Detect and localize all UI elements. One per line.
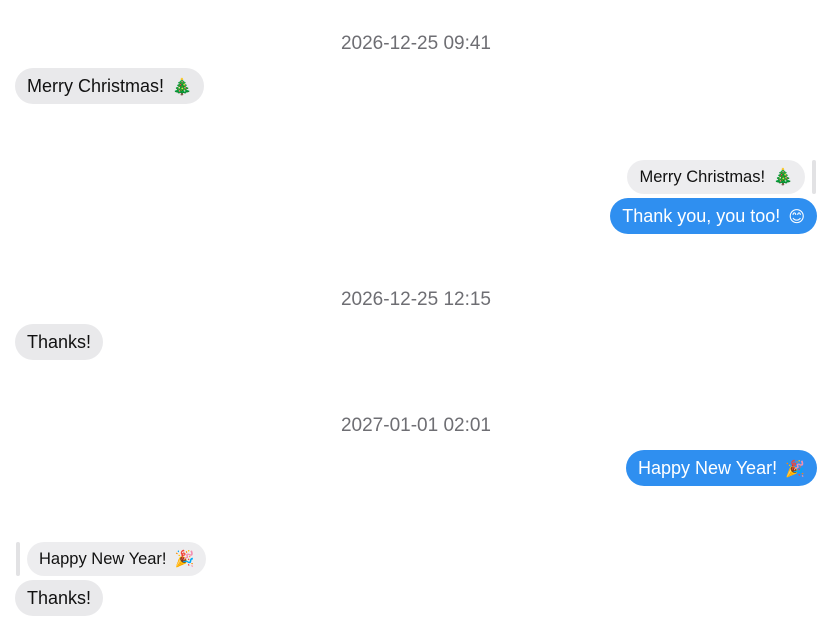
- timestamp: 2027-01-01 02:01: [340, 415, 491, 436]
- message-text: Merry Christmas!: [27, 76, 165, 96]
- incoming-message-bubble[interactable]: Thanks!: [15, 580, 104, 616]
- timestamp: 2026-12-25 09:41: [340, 33, 491, 54]
- quote-bar: [16, 542, 20, 576]
- party-popper-icon: 🎉: [174, 551, 195, 568]
- timestamp: 2026-12-25 12:15: [340, 289, 491, 310]
- christmas-tree-icon: 🎄: [773, 169, 793, 186]
- incoming-message-bubble[interactable]: Merry Christmas! 🎄: [15, 68, 204, 104]
- incoming-message-bubble[interactable]: Thanks!: [15, 324, 104, 360]
- quote-bar: [812, 160, 816, 194]
- quoted-reply-preview[interactable]: Happy New Year! 🎉: [27, 542, 207, 576]
- message-text: Thanks!: [27, 588, 92, 608]
- message-text: Thanks!: [27, 332, 92, 352]
- chat-transcript: 2026-12-25 09:41 Merry Christmas! 🎄 Merry…: [0, 0, 840, 627]
- christmas-tree-icon: 🎄: [172, 79, 192, 96]
- smiling-face-icon: 😊: [788, 209, 805, 226]
- outgoing-message-bubble[interactable]: Happy New Year! 🎉: [625, 450, 817, 486]
- quoted-reply-preview[interactable]: Merry Christmas! 🎄: [627, 160, 805, 194]
- outgoing-message-bubble[interactable]: Thank you, you too! 😊: [610, 198, 817, 234]
- quoted-text: Merry Christmas!: [639, 168, 766, 186]
- party-popper-icon: 🎉: [785, 461, 805, 478]
- message-text: Thank you, you too!: [622, 206, 781, 226]
- message-text: Happy New Year!: [637, 458, 778, 478]
- quoted-text: Happy New Year!: [39, 550, 167, 568]
